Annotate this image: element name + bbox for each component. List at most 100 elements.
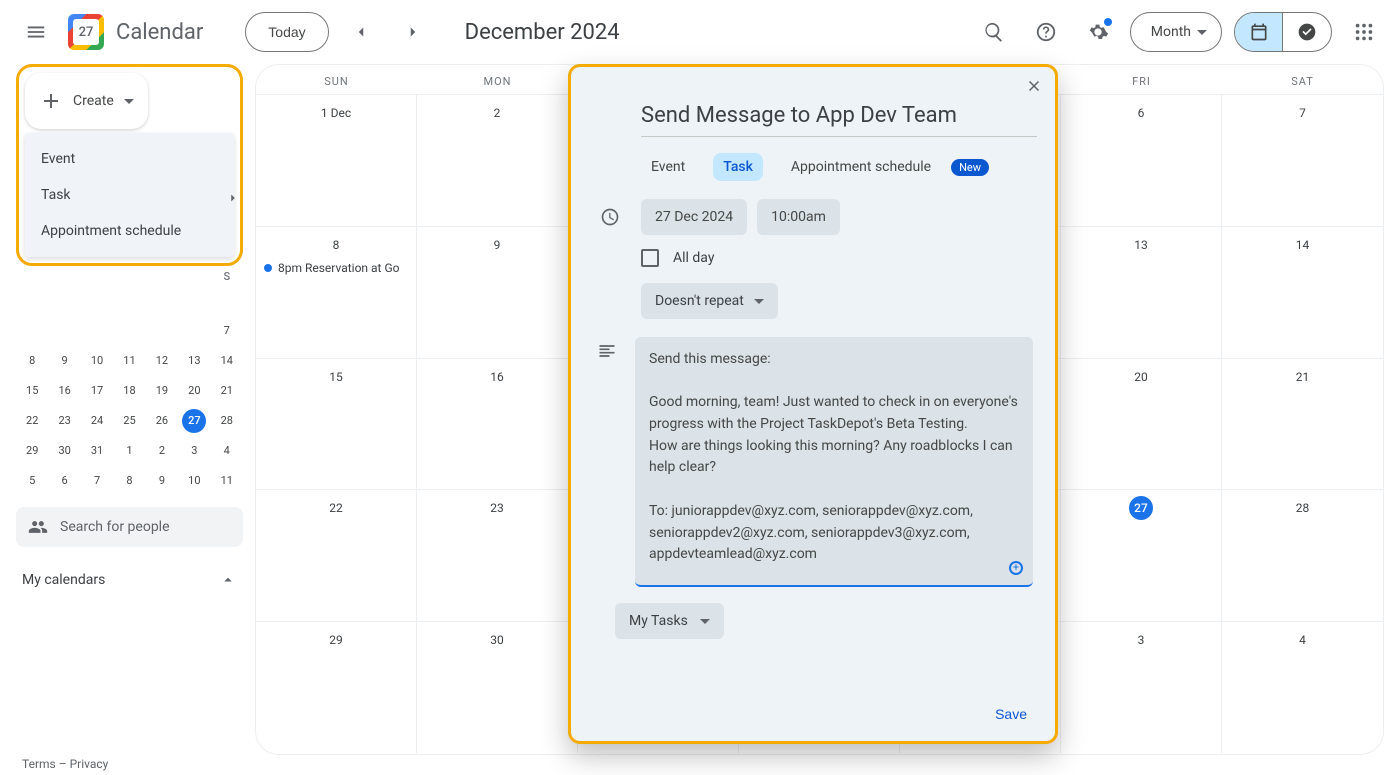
mini-day[interactable]: 20: [182, 379, 206, 403]
mini-cal-next[interactable]: [221, 186, 245, 210]
tasks-view-toggle[interactable]: [1283, 13, 1331, 51]
task-title-input[interactable]: Send Message to App Dev Team: [585, 75, 1041, 136]
day-cell[interactable]: 27: [1061, 490, 1222, 621]
my-calendars-toggle[interactable]: My calendars: [16, 567, 243, 593]
mini-day[interactable]: 10: [85, 349, 109, 373]
day-cell[interactable]: 28: [1222, 490, 1383, 621]
mini-day[interactable]: 7: [85, 469, 109, 493]
event-chip[interactable]: 8pm Reservation at Go: [260, 261, 412, 275]
mini-day[interactable]: 17: [85, 379, 109, 403]
prev-month-button[interactable]: [341, 12, 381, 52]
mini-day[interactable]: 9: [53, 349, 77, 373]
mini-day[interactable]: 14: [215, 349, 239, 373]
mini-day[interactable]: 16: [53, 379, 77, 403]
mini-day[interactable]: 4: [215, 439, 239, 463]
task-list-selector[interactable]: My Tasks: [615, 603, 724, 639]
entry-type-tabs: Event Task Appointment schedule New: [585, 137, 1041, 195]
search-people-input[interactable]: Search for people: [16, 507, 243, 547]
create-menu-item-appointment[interactable]: Appointment schedule: [25, 213, 234, 249]
mini-day[interactable]: 8: [20, 349, 44, 373]
mini-day[interactable]: 11: [215, 469, 239, 493]
mini-day[interactable]: 12: [150, 349, 174, 373]
mini-day[interactable]: 15: [20, 379, 44, 403]
main-menu-button[interactable]: [16, 12, 56, 52]
mini-day[interactable]: 26: [150, 409, 174, 433]
mini-day[interactable]: 3: [182, 439, 206, 463]
calendar-view-toggle[interactable]: [1235, 13, 1283, 51]
day-cell[interactable]: 2: [417, 95, 578, 226]
day-cell[interactable]: 3: [1061, 622, 1222, 753]
day-cell[interactable]: 29: [256, 622, 417, 753]
mini-day[interactable]: 5: [20, 469, 44, 493]
search-people-placeholder: Search for people: [60, 519, 170, 535]
mini-day[interactable]: 6: [53, 469, 77, 493]
mini-day[interactable]: 10: [182, 469, 206, 493]
today-button[interactable]: Today: [245, 12, 328, 52]
day-cell[interactable]: 7: [1222, 95, 1383, 226]
create-button[interactable]: Create: [25, 73, 148, 129]
day-cell[interactable]: 15: [256, 359, 417, 490]
mini-day[interactable]: 31: [85, 439, 109, 463]
task-editor-modal: Send Message to App Dev Team Event Task …: [568, 64, 1058, 744]
day-cell[interactable]: 6: [1061, 95, 1222, 226]
day-cell[interactable]: 14: [1222, 227, 1383, 358]
repeat-selector[interactable]: Doesn't repeat: [641, 283, 778, 319]
mini-day[interactable]: 9: [150, 469, 174, 493]
next-month-button[interactable]: [393, 12, 433, 52]
day-cell[interactable]: 88pm Reservation at Go: [256, 227, 417, 358]
desc-body-2: How are things looking this morning? Any…: [649, 436, 1019, 479]
mini-day[interactable]: 30: [53, 439, 77, 463]
day-cell[interactable]: 16: [417, 359, 578, 490]
footer-links: Terms – Privacy: [22, 757, 108, 771]
mini-day[interactable]: 2: [150, 439, 174, 463]
description-icon: [597, 341, 617, 361]
task-description-input[interactable]: Send this message: Good morning, team! J…: [635, 337, 1033, 587]
mini-day[interactable]: 7: [215, 319, 239, 343]
tab-appointment[interactable]: Appointment schedule: [781, 153, 941, 181]
mini-day[interactable]: 25: [117, 409, 141, 433]
save-button[interactable]: Save: [995, 706, 1027, 722]
view-selector[interactable]: Month: [1130, 12, 1222, 52]
tab-event[interactable]: Event: [641, 153, 695, 181]
mini-calendar[interactable]: SMTWTFS789101112131415161718192021222324…: [16, 270, 243, 493]
mini-day[interactable]: 24: [85, 409, 109, 433]
mini-day[interactable]: 28: [215, 409, 239, 433]
mini-day[interactable]: 1: [117, 439, 141, 463]
day-cell[interactable]: 1 Dec: [256, 95, 417, 226]
google-apps-button[interactable]: [1344, 12, 1384, 52]
create-menu-item-event[interactable]: Event: [25, 141, 234, 177]
mini-day[interactable]: 18: [117, 379, 141, 403]
day-cell[interactable]: 30: [417, 622, 578, 753]
mini-day[interactable]: 29: [20, 439, 44, 463]
mini-day[interactable]: 22: [20, 409, 44, 433]
create-menu-item-task[interactable]: Task: [25, 177, 234, 213]
add-icon[interactable]: +: [1009, 561, 1023, 575]
mini-day[interactable]: 19: [150, 379, 174, 403]
privacy-link[interactable]: Privacy: [70, 757, 109, 771]
day-cell[interactable]: 13: [1061, 227, 1222, 358]
desc-body-1: Good morning, team! Just wanted to check…: [649, 392, 1019, 435]
dow-header: SUN: [256, 65, 417, 94]
terms-link[interactable]: Terms: [22, 757, 56, 771]
mini-day[interactable]: 13: [182, 349, 206, 373]
mini-day[interactable]: [215, 289, 239, 313]
day-cell[interactable]: 21: [1222, 359, 1383, 490]
day-cell[interactable]: 9: [417, 227, 578, 358]
mini-day[interactable]: 23: [53, 409, 77, 433]
task-time-field[interactable]: 10:00am: [757, 199, 840, 235]
close-button[interactable]: [1025, 77, 1043, 99]
help-button[interactable]: [1026, 12, 1066, 52]
search-button[interactable]: [974, 12, 1014, 52]
mini-day[interactable]: 8: [117, 469, 141, 493]
day-cell[interactable]: 23: [417, 490, 578, 621]
day-cell[interactable]: 4: [1222, 622, 1383, 753]
day-cell[interactable]: 20: [1061, 359, 1222, 490]
mini-day[interactable]: 21: [215, 379, 239, 403]
all-day-checkbox[interactable]: [641, 249, 659, 267]
settings-button[interactable]: [1078, 12, 1118, 52]
mini-day[interactable]: 11: [117, 349, 141, 373]
task-date-field[interactable]: 27 Dec 2024: [641, 199, 747, 235]
tab-task[interactable]: Task: [713, 153, 763, 181]
day-cell[interactable]: 22: [256, 490, 417, 621]
mini-day[interactable]: 27: [182, 409, 206, 433]
